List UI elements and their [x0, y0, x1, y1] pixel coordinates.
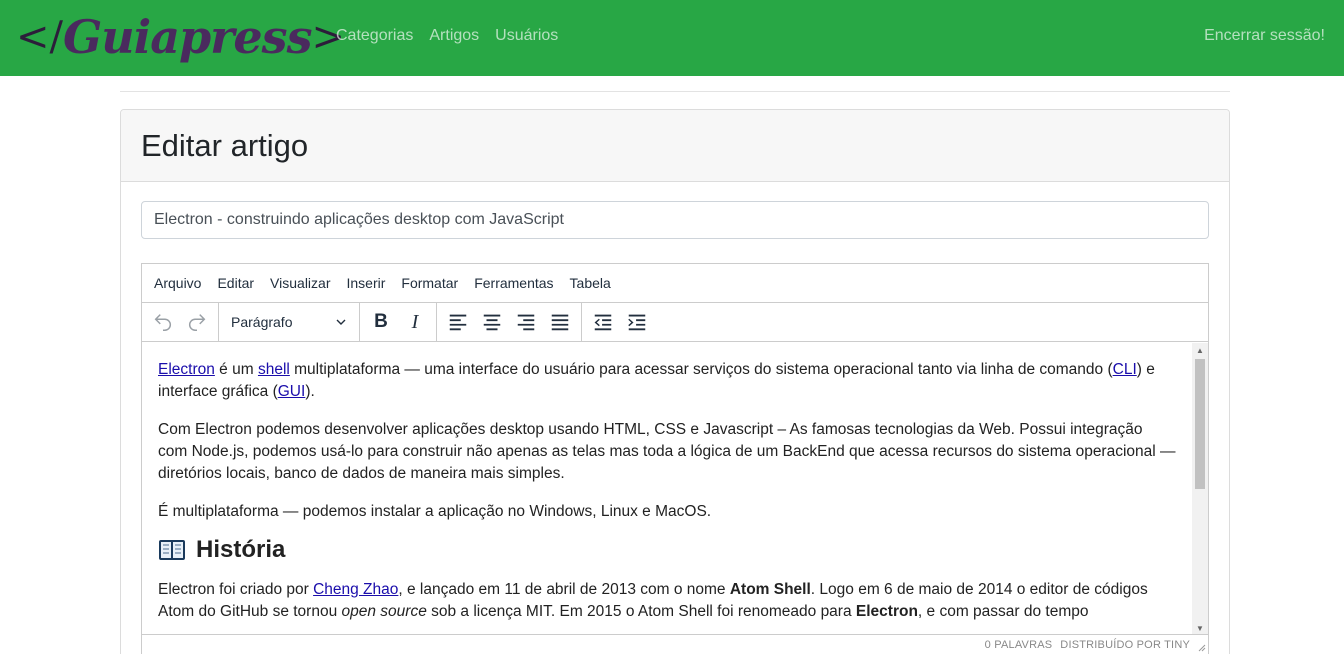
align-left-icon[interactable] — [441, 305, 475, 339]
nav-link-categorias[interactable]: Categorias — [336, 27, 413, 45]
bold-text: Atom Shell — [729, 581, 811, 598]
indent-group — [582, 303, 658, 342]
text-run: ). — [305, 383, 315, 400]
text-run: multiplataforma — uma interface do usuár… — [289, 361, 1113, 378]
nav-link-usuarios[interactable]: Usuários — [495, 27, 558, 45]
menu-inserir[interactable]: Inserir — [338, 275, 393, 291]
italic-icon[interactable]: I — [398, 305, 432, 339]
navbar: </ Guiapress > Categorias Artigos Usuári… — [0, 0, 1344, 76]
open-book-icon — [159, 540, 185, 560]
history-group — [142, 302, 219, 342]
text-style-group: B I — [360, 302, 437, 342]
card-header: Editar artigo — [121, 110, 1229, 182]
content-paragraph: Electron é um shell multiplataforma — um… — [158, 359, 1176, 403]
block-format-select[interactable]: Parágrafo — [223, 305, 355, 339]
logout-link[interactable]: Encerrar sessão! — [1204, 27, 1325, 45]
text-run: , e com passar do tempo — [917, 603, 1089, 620]
align-right-icon[interactable] — [509, 305, 543, 339]
link-electron[interactable]: Electron — [158, 361, 215, 378]
format-select-group: Parágrafo — [219, 302, 360, 342]
align-center-icon[interactable] — [475, 305, 509, 339]
text-run: sob a licença MIT. Em 2015 o Atom Shell … — [426, 603, 856, 620]
editor-scrollbar[interactable]: ▲ ▼ — [1192, 343, 1208, 635]
editor-toolbar: Parágrafo B I — [142, 302, 1208, 342]
menu-arquivo[interactable]: Arquivo — [146, 275, 209, 291]
word-count: 0 PALAVRAS — [984, 638, 1053, 651]
outdent-icon[interactable] — [586, 305, 620, 339]
nav-links: Categorias Artigos Usuários — [336, 27, 558, 45]
brand-name: Guiapress — [63, 10, 312, 64]
editor-menubar: Arquivo Editar Visualizar Inserir Format… — [142, 264, 1208, 303]
scrollbar-thumb[interactable] — [1195, 359, 1205, 489]
align-group — [437, 302, 582, 342]
bold-text: Electron — [855, 603, 918, 620]
text-run: é um — [214, 361, 258, 378]
bold-icon[interactable]: B — [364, 305, 398, 339]
editor-content[interactable]: Electron é um shell multiplataforma — um… — [142, 343, 1192, 635]
brand-logo[interactable]: </ Guiapress > — [16, 2, 345, 72]
align-justify-icon[interactable] — [543, 305, 577, 339]
menu-editar[interactable]: Editar — [209, 275, 262, 291]
link-cli[interactable]: CLI — [1113, 361, 1137, 378]
text-run: , e lançado em 11 de abril de 2013 com o… — [398, 581, 730, 598]
content-paragraph: Electron foi criado por Cheng Zhao, e la… — [158, 579, 1176, 623]
resize-handle-icon[interactable] — [1196, 642, 1206, 652]
italic-text: open source — [341, 603, 427, 620]
link-cheng-zhao[interactable]: Cheng Zhao — [313, 581, 398, 598]
divider — [120, 91, 1230, 92]
heading-text: História — [196, 536, 286, 563]
menu-visualizar[interactable]: Visualizar — [262, 275, 338, 291]
menu-formatar[interactable]: Formatar — [393, 275, 466, 291]
link-gui[interactable]: GUI — [278, 383, 306, 400]
article-title-input[interactable] — [141, 201, 1209, 239]
scroll-up-arrow-icon[interactable]: ▲ — [1192, 343, 1208, 357]
page-title: Editar artigo — [141, 127, 309, 163]
content-paragraph: Com Electron podemos desenvolver aplicaç… — [158, 421, 1176, 482]
undo-icon[interactable] — [146, 305, 180, 339]
link-shell[interactable]: shell — [258, 361, 290, 378]
content-paragraph: É multiplataforma — podemos instalar a a… — [158, 503, 712, 520]
powered-by-tiny[interactable]: DISTRIBUÍDO POR TINY — [1060, 639, 1190, 651]
block-format-value: Parágrafo — [231, 314, 293, 330]
redo-icon[interactable] — [180, 305, 214, 339]
menu-ferramentas[interactable]: Ferramentas — [466, 275, 561, 291]
indent-icon[interactable] — [620, 305, 654, 339]
rich-text-editor: Arquivo Editar Visualizar Inserir Format… — [141, 263, 1209, 654]
nav-link-artigos[interactable]: Artigos — [429, 27, 479, 45]
chevron-down-icon — [336, 319, 346, 325]
text-run: Electron foi criado por — [158, 581, 314, 598]
menu-tabela[interactable]: Tabela — [562, 275, 619, 291]
editor-statusbar: 0 PALAVRAS DISTRIBUÍDO POR TINY — [142, 634, 1208, 654]
brand-open-bracket: </ — [16, 14, 63, 60]
scroll-down-arrow-icon[interactable]: ▼ — [1192, 621, 1208, 635]
edit-article-card: Editar artigo Arquivo Editar Visualizar … — [120, 109, 1230, 654]
content-heading: História — [158, 536, 1176, 563]
